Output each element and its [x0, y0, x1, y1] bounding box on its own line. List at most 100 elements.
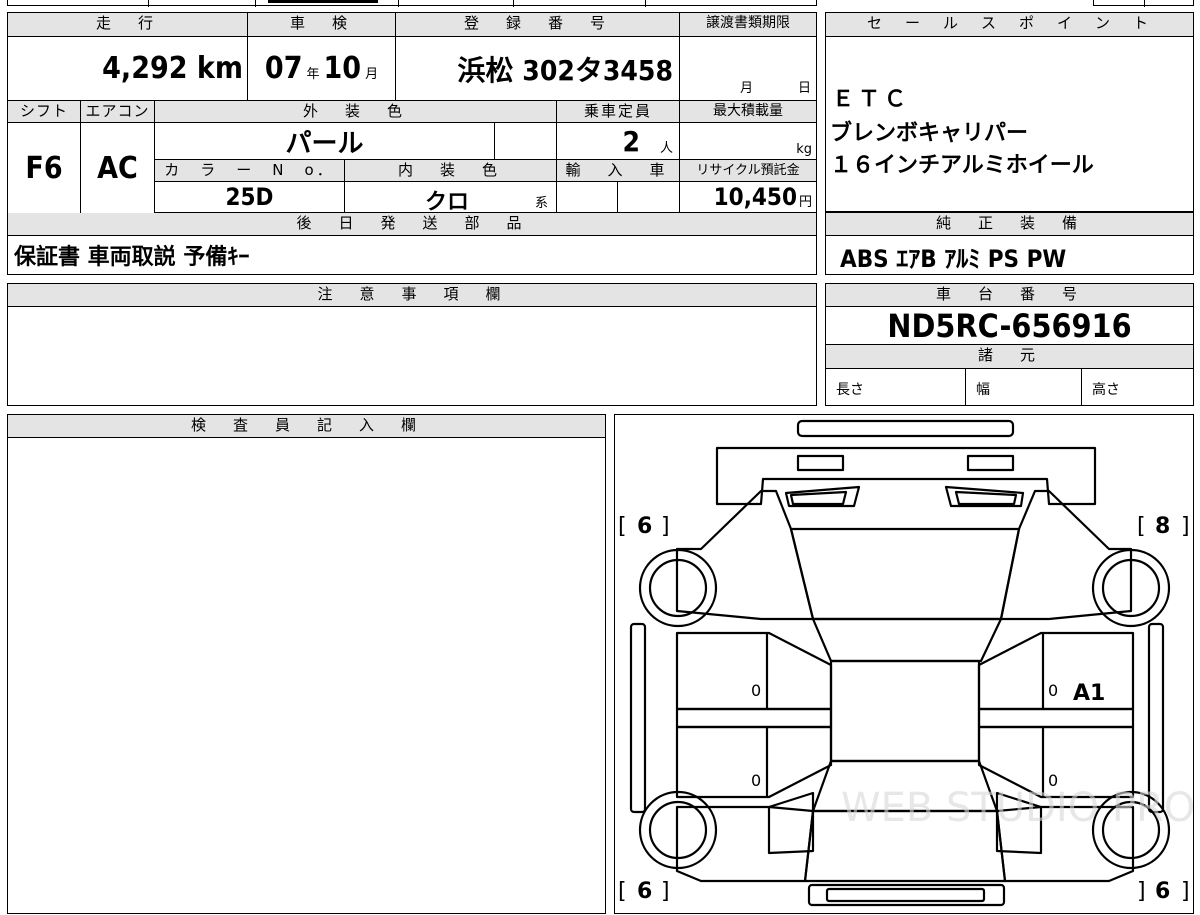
- later-parts-header: 後 日 発 送 部 品: [8, 213, 816, 236]
- spec-width-cell: 幅: [966, 369, 1082, 405]
- sales-point-line-1: ＥＴＣ: [832, 87, 911, 112]
- top-edge-strip-right: [1093, 0, 1194, 7]
- tire-front-left-value: 6: [637, 514, 652, 539]
- max-load-value: kg: [680, 123, 816, 160]
- hood: [789, 527, 1021, 621]
- sales-point-line-3: １６インチアルミホイール: [830, 153, 1094, 178]
- mileage-unit: km: [196, 51, 243, 86]
- capacity-unit: 人: [659, 140, 673, 156]
- recycle-header: リサイクル預託金: [680, 160, 816, 182]
- inspection-month: 10: [323, 51, 362, 86]
- side-skirt-right: [1147, 622, 1165, 814]
- mileage-number: 4,292: [102, 51, 188, 86]
- inspection-month-unit: 月: [365, 67, 379, 82]
- shift-value: F6: [8, 123, 81, 213]
- sales-points-box: セ ー ル ス ポ イ ン ト ＥＴＣ ブレンボキャリパー １６インチアルミホイ…: [825, 12, 1194, 212]
- tire-rear-left-value: 6: [637, 879, 652, 904]
- capacity-value: 2人: [557, 123, 680, 160]
- interior-color-value: クロ: [425, 190, 470, 215]
- watermark: WEB STUDIO PRO: [841, 785, 1195, 831]
- color-no-header: カ ラ ー N o．: [155, 160, 345, 182]
- sales-point-line-2: ブレンボキャリパー: [830, 121, 1029, 146]
- rear-fender-left: [675, 805, 815, 883]
- inspection-value: 07 年 10 月: [248, 37, 396, 101]
- spec-width-label: 幅: [976, 382, 990, 398]
- specs-header: 諸 元: [826, 345, 1193, 369]
- svg-text:[: [: [618, 514, 627, 539]
- interior-color-unit: 系: [535, 196, 549, 211]
- front-bumper: [796, 419, 1015, 438]
- interior-color-header: 内 装 色: [345, 160, 557, 182]
- recycle-value: 10,450 円: [680, 182, 816, 213]
- mileage-value: 4,292 km: [8, 37, 248, 101]
- recycle-number: 10,450: [713, 183, 797, 211]
- damage-a1-label: A1: [1073, 681, 1105, 706]
- spec-height-cell: 高さ: [1082, 369, 1193, 405]
- max-load-unit: kg: [796, 142, 812, 157]
- door-sill-right: [977, 707, 1135, 729]
- inspection-year: 07: [264, 51, 303, 86]
- exterior-color-extra: [495, 123, 557, 160]
- exterior-color-header: 外 装 色: [155, 101, 557, 123]
- interior-color-value-cell: クロ 系: [345, 182, 557, 215]
- color-no-value: 25D: [155, 182, 345, 213]
- svg-text:]: ]: [1137, 879, 1146, 904]
- spec-length-cell: 長さ: [826, 369, 966, 405]
- registration-value: 浜松 302タ3458: [396, 37, 680, 101]
- later-parts-value: 保証書 車両取説 予備ｷｰ: [14, 245, 250, 270]
- inspection-year-unit: 年: [306, 67, 320, 82]
- transfer-deadline-header: 譲渡書類期限: [680, 13, 816, 37]
- car-outline-svg: [ 6 ] [ 8 ] [ 6 ] ] 6 ] 0 0 0 0 A1 WEB S…: [618, 419, 1195, 907]
- svg-text:]: ]: [661, 879, 670, 904]
- import-value-b: [618, 182, 680, 213]
- tire-rear-right-value: 6: [1155, 879, 1170, 904]
- registration-header: 登 録 番 号: [396, 13, 680, 37]
- notes-box: 注 意 事 項 欄: [7, 283, 817, 406]
- front-body: [715, 446, 1097, 506]
- chassis-value: ND5RC-656916: [826, 307, 1193, 345]
- capacity-header: 乗車定員: [557, 101, 680, 123]
- aircon-header: エアコン: [81, 101, 155, 123]
- chassis-header: 車 台 番 号: [826, 284, 1193, 307]
- tire-front-right-value: 8: [1155, 514, 1170, 539]
- standard-equipment-value: ABS ｴｱB ｱﾙﾐ PS PW: [840, 245, 1067, 273]
- capacity-number: 2: [622, 124, 640, 158]
- transfer-month-unit: 月: [740, 81, 754, 96]
- door-sill-left: [675, 707, 833, 729]
- svg-text:]: ]: [1181, 514, 1190, 539]
- exterior-color-value: パール: [155, 123, 495, 160]
- chassis-box: 車 台 番 号 ND5RC-656916 諸 元 長さ 幅 高さ: [825, 283, 1194, 406]
- notes-header: 注 意 事 項 欄: [8, 284, 816, 307]
- svg-text:]: ]: [1181, 879, 1190, 904]
- max-load-header: 最大積載量: [680, 101, 816, 123]
- door-front-right-mark: 0: [1048, 681, 1058, 700]
- car-condition-diagram: [ 6 ] [ 8 ] [ 6 ] ] 6 ] 0 0 0 0 A1 WEB S…: [614, 414, 1195, 914]
- vehicle-info-table: 走 行 車 検 登 録 番 号 譲渡書類期限 4,292 km 07 年 10 月 浜…: [7, 12, 817, 275]
- inspection-header: 車 検: [248, 13, 396, 37]
- shift-header: シフト: [8, 101, 81, 123]
- svg-text:[: [: [1137, 514, 1146, 539]
- import-value-a: [557, 182, 618, 213]
- transfer-day-unit: 日: [798, 81, 812, 96]
- standard-equipment-box: 純 正 装 備 ABS ｴｱB ｱﾙﾐ PS PW: [825, 212, 1194, 275]
- door-rear-left-mark: 0: [751, 771, 761, 790]
- standard-equipment-header: 純 正 装 備: [826, 213, 1193, 236]
- svg-text:[: [: [618, 879, 627, 904]
- door-front-left-mark: 0: [751, 681, 761, 700]
- recycle-unit: 円: [798, 194, 812, 210]
- side-skirt-left: [629, 622, 647, 814]
- inspector-header: 検 査 員 記 入 欄: [8, 415, 605, 438]
- headlight-right: [966, 454, 1015, 472]
- transfer-deadline-value: 月 日: [680, 37, 816, 101]
- spec-height-label: 高さ: [1092, 382, 1120, 398]
- sales-points-header: セ ー ル ス ポ イ ン ト: [826, 13, 1193, 37]
- windshield: [811, 617, 1003, 663]
- svg-text:]: ]: [661, 514, 670, 539]
- headlight-left: [796, 454, 845, 472]
- roof: [829, 659, 981, 763]
- import-header: 輸 入 車: [557, 160, 680, 182]
- spec-length-label: 長さ: [836, 382, 864, 398]
- top-edge-strip: [7, 0, 817, 7]
- mileage-header: 走 行: [8, 13, 248, 37]
- inspector-box: 検 査 員 記 入 欄: [7, 414, 606, 914]
